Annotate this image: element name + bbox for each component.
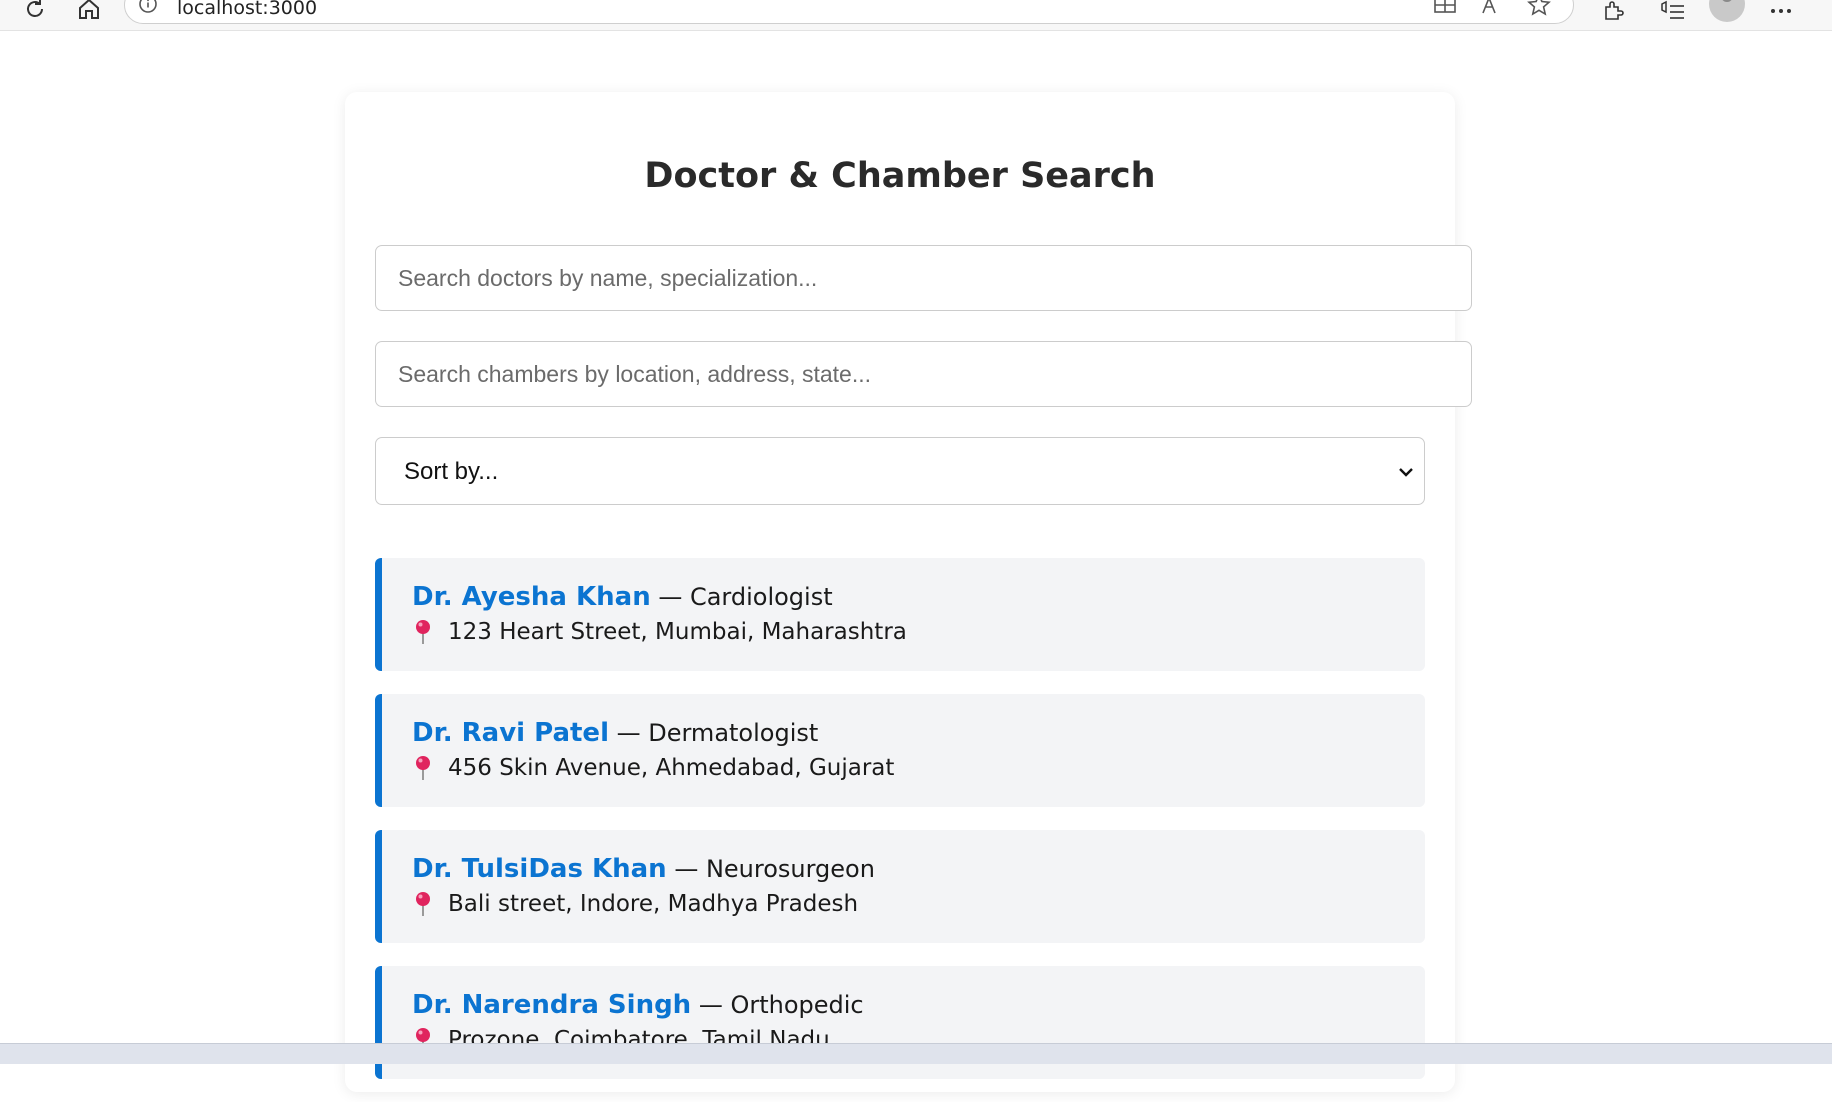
split-screen-icon[interactable] bbox=[1431, 0, 1459, 19]
doctor-result-item[interactable]: Dr. Ravi Patel — Dermatologist 456 Skin … bbox=[375, 694, 1425, 807]
search-card: Doctor & Chamber Search Sort by... Dr. A… bbox=[345, 92, 1472, 1092]
chamber-address-line: Bali street, Indore, Madhya Pradesh bbox=[412, 891, 858, 917]
chamber-search-input[interactable] bbox=[375, 341, 1472, 407]
chamber-address: 456 Skin Avenue, Ahmedabad, Gujarat bbox=[448, 755, 895, 781]
browser-toolbar: localhost:3000 bbox=[0, 0, 1832, 31]
extensions-icon[interactable] bbox=[1598, 0, 1628, 26]
more-options-icon[interactable] bbox=[1766, 0, 1796, 26]
doctor-name[interactable]: Dr. TulsiDas Khan bbox=[412, 854, 667, 884]
doctor-specialty: — Neurosurgeon bbox=[666, 855, 875, 883]
collections-icon[interactable] bbox=[1658, 0, 1688, 26]
doctor-line: Dr. TulsiDas Khan — Neurosurgeon bbox=[412, 854, 875, 884]
info-icon[interactable] bbox=[139, 0, 157, 13]
doctor-line: Dr. Narendra Singh — Orthopedic bbox=[412, 990, 864, 1020]
chevron-down-icon bbox=[1396, 462, 1416, 482]
doctor-result-item[interactable]: Dr. TulsiDas Khan — Neurosurgeon Bali st… bbox=[375, 830, 1425, 943]
doctor-specialty: — Orthopedic bbox=[691, 991, 864, 1019]
chamber-address: Bali street, Indore, Madhya Pradesh bbox=[448, 891, 859, 917]
page-title: Doctor & Chamber Search bbox=[644, 156, 1156, 196]
profile-avatar[interactable] bbox=[1709, 0, 1745, 22]
doctor-name[interactable]: Dr. Narendra Singh bbox=[412, 990, 691, 1020]
location-pin-icon bbox=[412, 755, 434, 781]
doctor-specialty: — Cardiologist bbox=[650, 583, 833, 611]
doctor-specialty: — Dermatologist bbox=[608, 719, 819, 747]
chamber-address-line: 123 Heart Street, Mumbai, Maharashtra bbox=[412, 619, 907, 645]
location-pin-icon bbox=[412, 619, 434, 645]
doctor-result-item[interactable]: Dr. Ayesha Khan — Cardiologist 123 Heart… bbox=[375, 558, 1425, 671]
chamber-address: 123 Heart Street, Mumbai, Maharashtra bbox=[448, 619, 907, 645]
doctor-line: Dr. Ayesha Khan — Cardiologist bbox=[412, 582, 833, 612]
refresh-icon[interactable] bbox=[20, 0, 50, 24]
doctor-name[interactable]: Dr. Ayesha Khan bbox=[412, 582, 651, 612]
read-aloud-icon[interactable] bbox=[1479, 0, 1507, 19]
favorite-star-icon[interactable] bbox=[1525, 0, 1553, 19]
taskbar-edge bbox=[0, 1043, 1832, 1064]
chamber-address-line: 456 Skin Avenue, Ahmedabad, Gujarat bbox=[412, 755, 894, 781]
url-text: localhost:3000 bbox=[177, 0, 318, 19]
address-bar[interactable]: localhost:3000 bbox=[124, 0, 1574, 24]
doctor-line: Dr. Ravi Patel — Dermatologist bbox=[412, 718, 818, 748]
doctor-name[interactable]: Dr. Ravi Patel bbox=[412, 718, 609, 748]
sort-dropdown[interactable]: Sort by... bbox=[375, 437, 1425, 505]
doctor-search-input[interactable] bbox=[375, 245, 1472, 311]
home-icon[interactable] bbox=[74, 0, 104, 24]
location-pin-icon bbox=[412, 891, 434, 917]
sort-selected-value: Sort by... bbox=[404, 458, 499, 485]
results-list: Dr. Ayesha Khan — Cardiologist 123 Heart… bbox=[375, 558, 1425, 1102]
